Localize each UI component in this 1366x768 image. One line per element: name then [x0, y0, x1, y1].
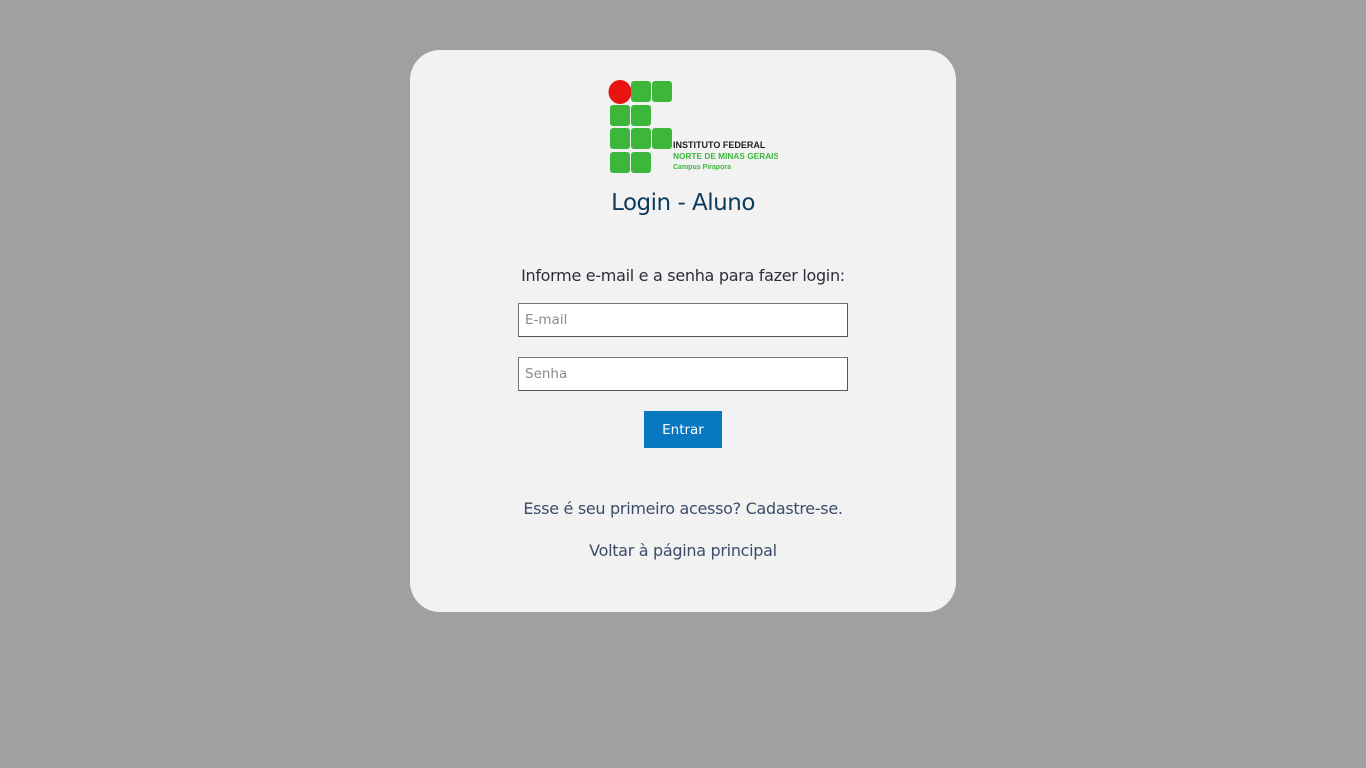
login-card: INSTITUTO FEDERAL NORTE DE MINAS GERAIS … — [410, 50, 956, 612]
back-link-row: Voltar à página principal — [410, 541, 956, 560]
instituto-federal-logo: INSTITUTO FEDERAL NORTE DE MINAS GERAIS … — [608, 80, 778, 173]
signup-link[interactable]: Esse é seu primeiro acesso? Cadastre-se. — [523, 499, 843, 518]
signup-link-row: Esse é seu primeiro acesso? Cadastre-se. — [410, 499, 956, 518]
login-button[interactable]: Entrar — [644, 411, 722, 448]
logo-text-line1: INSTITUTO FEDERAL — [673, 140, 766, 150]
login-instruction: Informe e-mail e a senha para fazer logi… — [521, 266, 845, 285]
logo-text-line2: NORTE DE MINAS GERAIS — [673, 151, 778, 161]
back-to-home-link[interactable]: Voltar à página principal — [589, 541, 777, 560]
logo-text-line3: Campus Pirapora — [673, 164, 731, 171]
email-field[interactable] — [518, 303, 848, 337]
logo-red-circle — [608, 80, 632, 104]
password-field[interactable] — [518, 357, 848, 391]
page-title: Login - Aluno — [611, 190, 755, 216]
